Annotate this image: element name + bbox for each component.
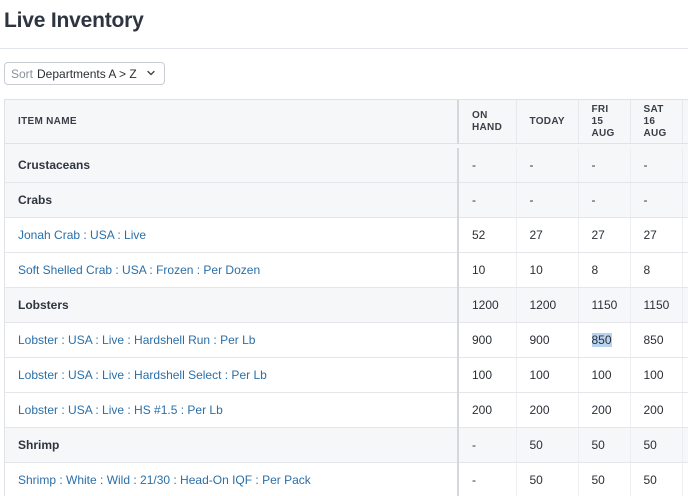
table-row: Lobster : USA : Live : Hardshell Run : P… bbox=[5, 323, 688, 358]
cell-sat[interactable]: 27 bbox=[630, 218, 682, 253]
cell-sat[interactable]: 50 bbox=[630, 428, 682, 463]
cell-today[interactable]: 10 bbox=[516, 253, 578, 288]
cell-fri[interactable]: 27 bbox=[578, 218, 630, 253]
column-header-on-hand-line2: HAND bbox=[472, 122, 502, 133]
cell-on-hand[interactable]: - bbox=[458, 463, 516, 496]
column-header-sat-month: AUG bbox=[644, 128, 667, 139]
sort-value: Departments A > Z bbox=[37, 67, 137, 81]
cell-fri[interactable]: - bbox=[578, 183, 630, 218]
group-name: Shrimp bbox=[5, 428, 458, 463]
cell-next bbox=[682, 393, 688, 428]
item-name-cell: Shrimp : White : Wild : 21/30 : Head-On … bbox=[5, 463, 458, 496]
column-header-fri-date: 15 bbox=[592, 116, 604, 127]
column-header-sat-date: 16 bbox=[644, 116, 656, 127]
sort-label: Sort bbox=[11, 67, 33, 81]
item-link[interactable]: Soft Shelled Crab : USA : Frozen : Per D… bbox=[18, 263, 260, 277]
column-header-sat[interactable]: SAT 16 AUG bbox=[630, 100, 682, 144]
cell-sat[interactable]: - bbox=[630, 148, 682, 183]
cell-sat[interactable]: 850 bbox=[630, 323, 682, 358]
cell-fri[interactable]: 1150 bbox=[578, 288, 630, 323]
cell-next bbox=[682, 463, 688, 496]
item-link[interactable]: Shrimp : White : Wild : 21/30 : Head-On … bbox=[18, 473, 311, 487]
selected-cell-text[interactable]: 850 bbox=[592, 333, 612, 347]
item-name-cell: Lobster : USA : Live : HS #1.5 : Per Lb bbox=[5, 393, 458, 428]
column-header-next bbox=[682, 100, 688, 144]
cell-fri[interactable]: 850 bbox=[578, 323, 630, 358]
column-header-fri[interactable]: FRI 15 AUG bbox=[578, 100, 630, 144]
cell-today[interactable]: - bbox=[516, 148, 578, 183]
cell-on-hand[interactable]: 52 bbox=[458, 218, 516, 253]
table-row-group: Crabs - - - - bbox=[5, 183, 688, 218]
cell-next bbox=[682, 323, 688, 358]
cell-fri[interactable]: 200 bbox=[578, 393, 630, 428]
cell-sat[interactable]: 8 bbox=[630, 253, 682, 288]
cell-on-hand[interactable]: 200 bbox=[458, 393, 516, 428]
table-row-group: Crustaceans - - - - bbox=[5, 148, 688, 183]
cell-today[interactable]: 50 bbox=[516, 463, 578, 496]
cell-fri[interactable]: 50 bbox=[578, 463, 630, 496]
cell-fri[interactable]: 8 bbox=[578, 253, 630, 288]
cell-today[interactable]: 900 bbox=[516, 323, 578, 358]
column-header-on-hand[interactable]: ON HAND bbox=[458, 100, 516, 144]
column-header-item-name[interactable]: ITEM NAME bbox=[5, 100, 458, 144]
cell-today[interactable]: - bbox=[516, 183, 578, 218]
cell-today[interactable]: 100 bbox=[516, 358, 578, 393]
column-header-on-hand-line1: ON bbox=[472, 110, 488, 121]
column-header-today[interactable]: TODAY bbox=[516, 100, 578, 144]
cell-next bbox=[682, 253, 688, 288]
table-row-group: Lobsters 1200 1200 1150 1150 bbox=[5, 288, 688, 323]
column-header-fri-day: FRI bbox=[592, 104, 609, 115]
group-name: Crabs bbox=[5, 183, 458, 218]
cell-fri[interactable]: - bbox=[578, 148, 630, 183]
table-row: Soft Shelled Crab : USA : Frozen : Per D… bbox=[5, 253, 688, 288]
item-link[interactable]: Lobster : USA : Live : HS #1.5 : Per Lb bbox=[18, 403, 223, 417]
item-link[interactable]: Jonah Crab : USA : Live bbox=[18, 228, 146, 242]
group-name: Crustaceans bbox=[5, 148, 458, 183]
inventory-table: ITEM NAME ON HAND TODAY FRI 15 AUG SAT 1… bbox=[4, 99, 688, 496]
cell-on-hand[interactable]: - bbox=[458, 148, 516, 183]
table-header-row: ITEM NAME ON HAND TODAY FRI 15 AUG SAT 1… bbox=[5, 100, 688, 144]
item-name-cell: Lobster : USA : Live : Hardshell Select … bbox=[5, 358, 458, 393]
column-header-sat-day: SAT bbox=[644, 104, 664, 115]
table-row: Lobster : USA : Live : HS #1.5 : Per Lb … bbox=[5, 393, 688, 428]
item-link[interactable]: Lobster : USA : Live : Hardshell Run : P… bbox=[18, 333, 255, 347]
cell-next bbox=[682, 428, 688, 463]
group-name: Lobsters bbox=[5, 288, 458, 323]
table-row: Jonah Crab : USA : Live 52 27 27 27 bbox=[5, 218, 688, 253]
cell-next bbox=[682, 218, 688, 253]
table-row: Lobster : USA : Live : Hardshell Select … bbox=[5, 358, 688, 393]
cell-today[interactable]: 50 bbox=[516, 428, 578, 463]
item-name-cell: Lobster : USA : Live : Hardshell Run : P… bbox=[5, 323, 458, 358]
cell-next bbox=[682, 183, 688, 218]
cell-sat[interactable]: 1150 bbox=[630, 288, 682, 323]
cell-next bbox=[682, 148, 688, 183]
cell-sat[interactable]: 50 bbox=[630, 463, 682, 496]
column-header-fri-month: AUG bbox=[592, 128, 615, 139]
table-row: Shrimp : White : Wild : 21/30 : Head-On … bbox=[5, 463, 688, 496]
cell-today[interactable]: 1200 bbox=[516, 288, 578, 323]
cell-sat[interactable]: - bbox=[630, 183, 682, 218]
cell-on-hand[interactable]: - bbox=[458, 183, 516, 218]
title-divider bbox=[0, 48, 688, 49]
chevron-down-icon bbox=[145, 67, 157, 79]
item-name-cell: Soft Shelled Crab : USA : Frozen : Per D… bbox=[5, 253, 458, 288]
item-name-cell: Jonah Crab : USA : Live bbox=[5, 218, 458, 253]
sort-dropdown[interactable]: Sort Departments A > Z bbox=[4, 62, 165, 85]
cell-sat[interactable]: 200 bbox=[630, 393, 682, 428]
cell-today[interactable]: 27 bbox=[516, 218, 578, 253]
cell-on-hand[interactable]: 100 bbox=[458, 358, 516, 393]
cell-sat[interactable]: 100 bbox=[630, 358, 682, 393]
cell-on-hand[interactable]: - bbox=[458, 428, 516, 463]
cell-today[interactable]: 200 bbox=[516, 393, 578, 428]
cell-next bbox=[682, 288, 688, 323]
cell-on-hand[interactable]: 10 bbox=[458, 253, 516, 288]
cell-on-hand[interactable]: 1200 bbox=[458, 288, 516, 323]
table-row-group: Shrimp - 50 50 50 bbox=[5, 428, 688, 463]
cell-on-hand[interactable]: 900 bbox=[458, 323, 516, 358]
cell-fri[interactable]: 50 bbox=[578, 428, 630, 463]
cell-next bbox=[682, 358, 688, 393]
cell-fri[interactable]: 100 bbox=[578, 358, 630, 393]
item-link[interactable]: Lobster : USA : Live : Hardshell Select … bbox=[18, 368, 267, 382]
page-title: Live Inventory bbox=[4, 9, 144, 33]
